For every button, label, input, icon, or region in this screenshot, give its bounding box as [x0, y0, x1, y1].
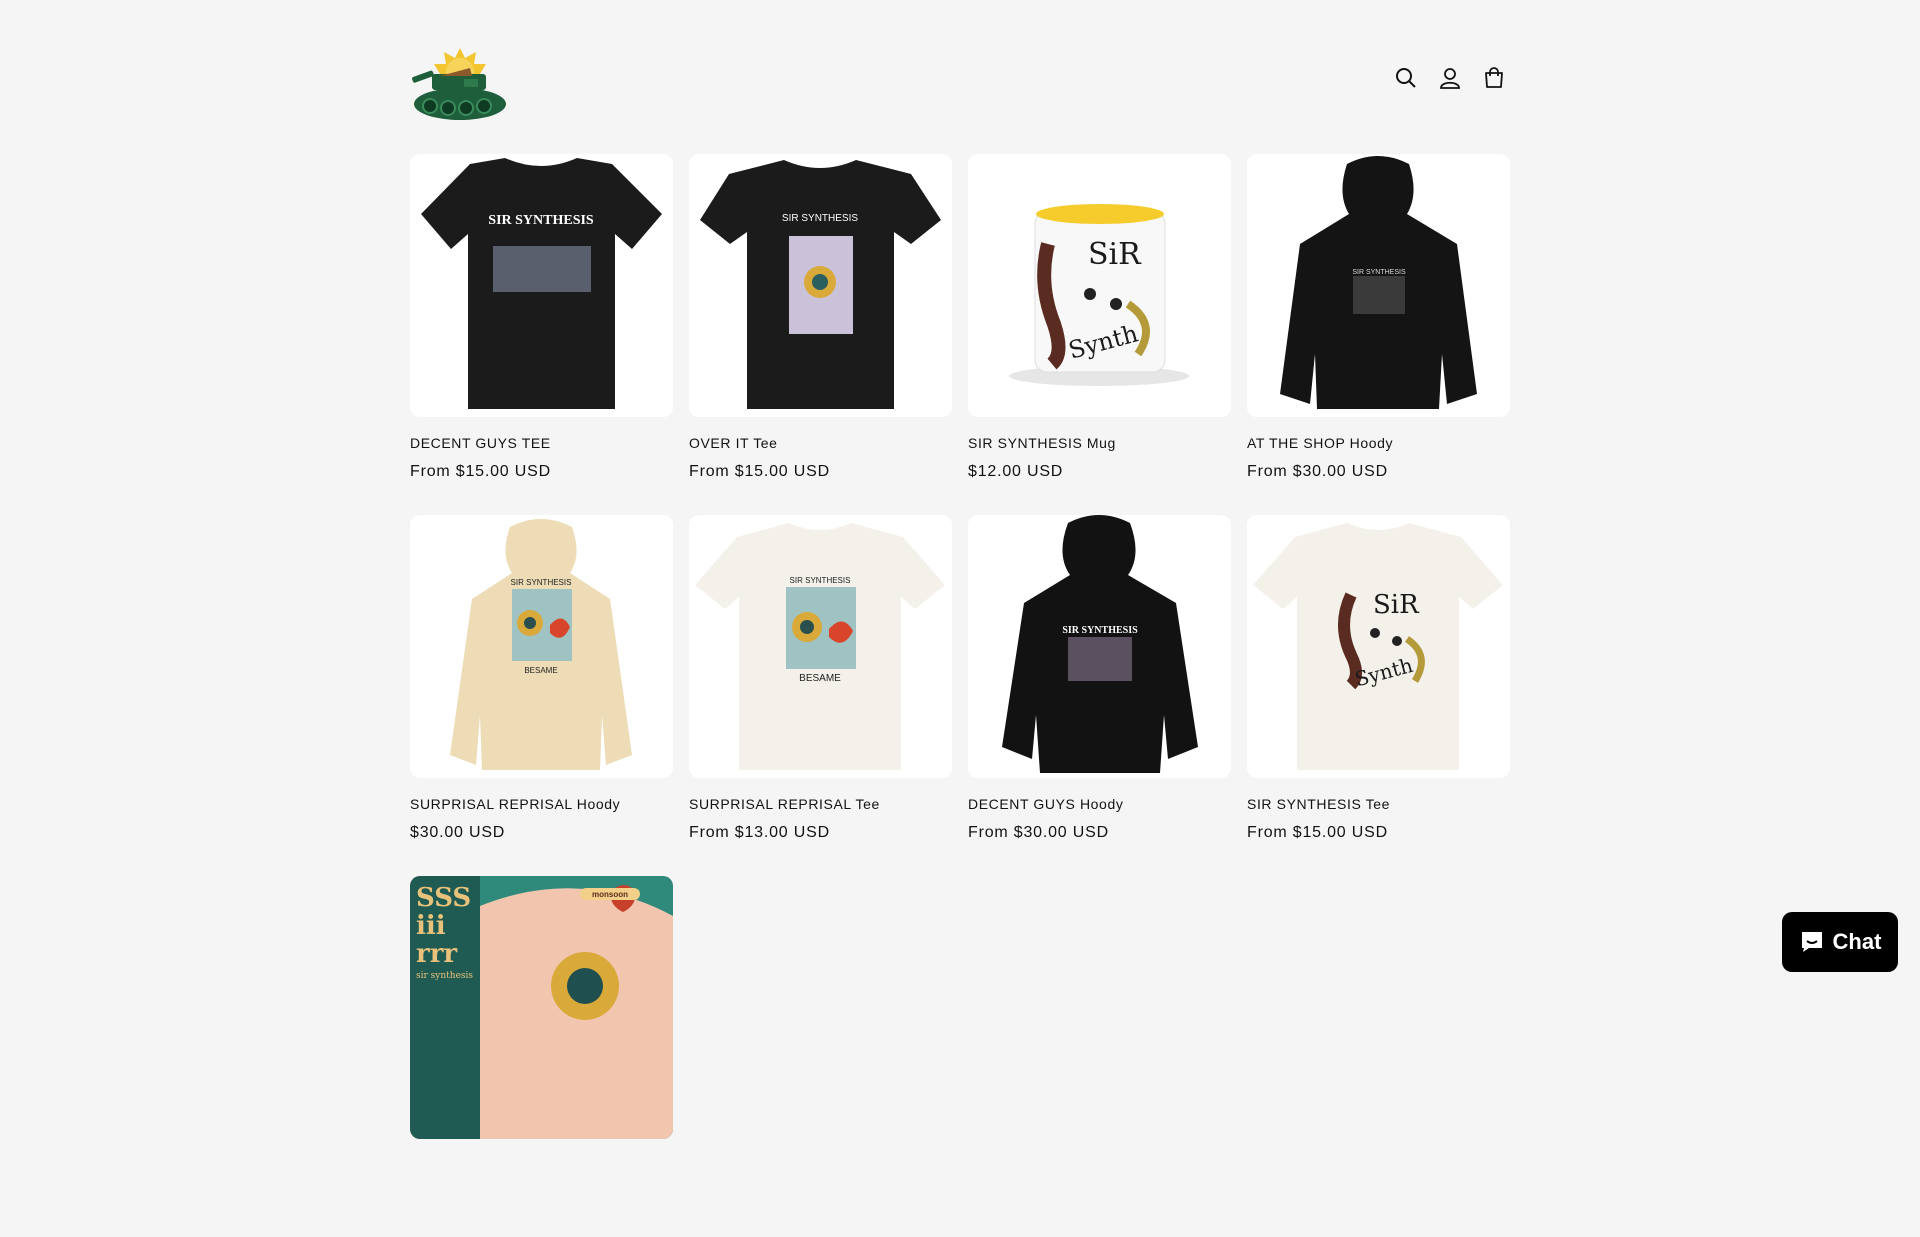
product-image[interactable]: SiR Synth: [968, 154, 1231, 417]
print-text: BESAME: [799, 673, 841, 684]
account-icon[interactable]: [1436, 64, 1464, 92]
cart-icon[interactable]: [1480, 64, 1508, 92]
header-icons: [1392, 64, 1508, 92]
product-price: From $30.00 USD: [1247, 463, 1388, 480]
chat-bubble-icon: [1801, 932, 1822, 952]
print-text: SIR SYNTHESIS: [782, 213, 858, 224]
print-text: SIR SYNTHESIS: [488, 213, 594, 228]
product-image[interactable]: SIR SYNTHESIS: [689, 154, 952, 417]
product-image[interactable]: SiR Synth: [1247, 515, 1510, 778]
chat-label: Chat: [1832, 929, 1882, 954]
product-card[interactable]: SIR SYNTHESIS BESAME SURPRISAL REPRISAL …: [689, 515, 952, 876]
product-price: From $30.00 USD: [968, 824, 1109, 841]
product-card[interactable]: SIR SYNTHESIS OVER IT Tee From $15.00 US…: [689, 154, 952, 515]
product-image[interactable]: SIR SYNTHESIS: [410, 154, 673, 417]
product-price: From $15.00 USD: [410, 463, 551, 480]
product-title[interactable]: DECENT GUYS TEE: [410, 435, 673, 451]
print-text: SIR SYNTHESIS: [1352, 269, 1406, 276]
print-text: SIR SYNTHESIS: [1062, 625, 1138, 636]
product-title[interactable]: DECENT GUYS Hoody: [968, 796, 1231, 812]
product-title[interactable]: SURPRISAL REPRISAL Tee: [689, 796, 952, 812]
product-image[interactable]: SIR SYNTHESIS BESAME: [689, 515, 952, 778]
search-icon[interactable]: [1392, 64, 1420, 92]
product-card[interactable]: SIR SYNTHESIS AT THE SHOP Hoody From $30…: [1247, 154, 1510, 515]
print-text: monsoon: [592, 890, 628, 899]
svg-text:SiR: SiR: [1088, 237, 1142, 272]
product-price: From $15.00 USD: [689, 463, 830, 480]
product-title[interactable]: AT THE SHOP Hoody: [1247, 435, 1510, 451]
svg-text:rrr: rrr: [416, 939, 457, 969]
print-text: BESAME: [524, 666, 557, 675]
product-grid: SIR SYNTHESIS DECENT GUYS TEE From $15.0…: [410, 154, 1511, 1237]
svg-text:SiR: SiR: [1373, 590, 1420, 620]
product-card[interactable]: SIR SYNTHESIS BESAME SURPRISAL REPRISAL …: [410, 515, 673, 876]
product-title[interactable]: SURPRISAL REPRISAL Hoody: [410, 796, 673, 812]
product-card[interactable]: SIR SYNTHESIS DECENT GUYS TEE From $15.0…: [410, 154, 673, 515]
product-image[interactable]: SIR SYNTHESIS BESAME: [410, 515, 673, 778]
print-text: sir synthesis: [416, 971, 473, 981]
product-card[interactable]: SiR Synth SIR SYNTHESIS Tee From $15.00 …: [1247, 515, 1510, 876]
store-logo[interactable]: [410, 46, 510, 122]
product-image[interactable]: SIR SYNTHESIS: [968, 515, 1231, 778]
product-image[interactable]: SIR SYNTHESIS: [1247, 154, 1510, 417]
print-text: SIR SYNTHESIS: [790, 576, 851, 585]
product-title[interactable]: OVER IT Tee: [689, 435, 952, 451]
svg-text:iii: iii: [416, 911, 446, 941]
product-card[interactable]: SIR SYNTHESIS DECENT GUYS Hoody From $30…: [968, 515, 1231, 876]
site-header: [410, 40, 1510, 122]
product-title[interactable]: SIR SYNTHESIS Tee: [1247, 796, 1510, 812]
product-price: $12.00 USD: [968, 463, 1064, 480]
chat-button[interactable]: Chat: [1782, 912, 1898, 972]
product-card[interactable]: SiR Synth SIR SYNTHESIS Mug $12.00 USD: [968, 154, 1231, 515]
product-card[interactable]: SSS iii rrr sir synthesis monsoon: [410, 876, 673, 1237]
product-price: From $15.00 USD: [1247, 824, 1388, 841]
print-text: SIR SYNTHESIS: [511, 578, 572, 587]
svg-text:SSS: SSS: [416, 883, 471, 913]
product-price: From $13.00 USD: [689, 824, 830, 841]
product-title[interactable]: SIR SYNTHESIS Mug: [968, 435, 1231, 451]
product-price: $30.00 USD: [410, 824, 506, 841]
product-image[interactable]: SSS iii rrr sir synthesis monsoon: [410, 876, 673, 1139]
